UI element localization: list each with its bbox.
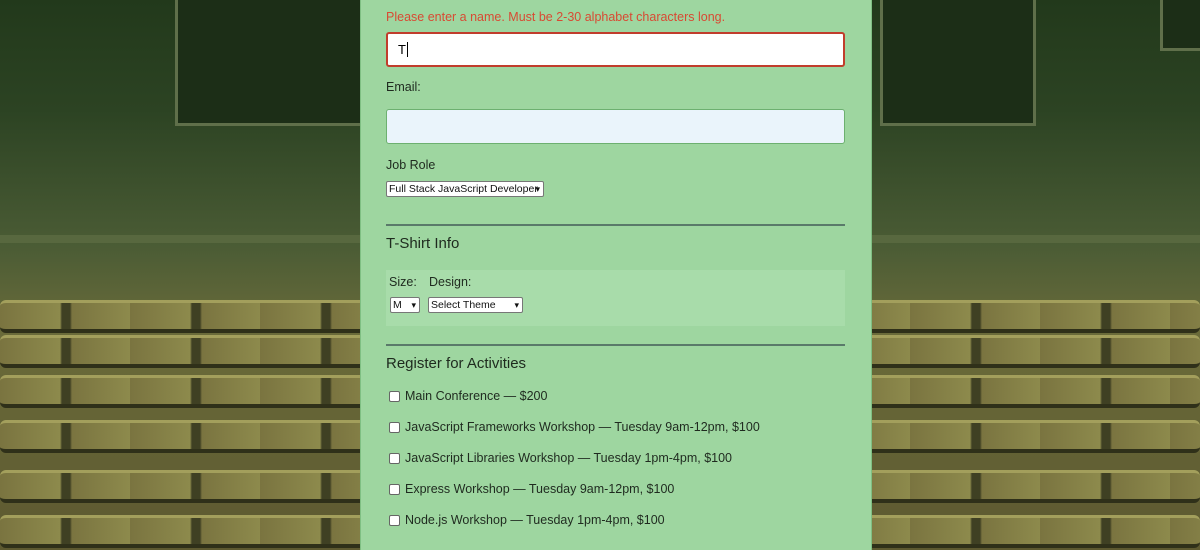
name-input-value: T: [398, 42, 406, 57]
activity-item-js-frameworks[interactable]: JavaScript Frameworks Workshop — Tuesday…: [389, 420, 760, 434]
activity-label: JavaScript Libraries Workshop — Tuesday …: [405, 451, 733, 465]
tshirt-section-title: T-Shirt Info: [386, 235, 460, 252]
activity-checkbox[interactable]: [389, 390, 400, 402]
name-input[interactable]: T: [386, 32, 845, 67]
name-error-message: Please enter a name. Must be 2-30 alphab…: [386, 10, 726, 24]
chevron-down-icon: ▾: [411, 300, 416, 310]
text-cursor: [406, 42, 408, 57]
job-role-select[interactable]: Full Stack JavaScript Developer ▾: [386, 181, 544, 197]
chevron-down-icon: ▾: [535, 184, 540, 194]
activity-label: Node.js Workshop — Tuesday 1pm-4pm, $100: [405, 513, 665, 527]
email-label: Email:: [386, 80, 421, 94]
job-role-label: Job Role: [386, 158, 436, 172]
design-selected: Select Theme: [431, 299, 496, 311]
size-label: Size:: [389, 275, 417, 289]
design-select[interactable]: Select Theme ▾: [428, 297, 523, 313]
activity-checkbox[interactable]: [389, 452, 400, 464]
activity-item-js-libraries[interactable]: JavaScript Libraries Workshop — Tuesday …: [389, 451, 732, 465]
activities-section-title: Register for Activities: [386, 355, 527, 372]
activity-item-express[interactable]: Express Workshop — Tuesday 9am-12pm, $10…: [389, 482, 674, 496]
activity-label: Express Workshop — Tuesday 9am-12pm, $10…: [405, 482, 675, 496]
email-field[interactable]: [386, 109, 845, 144]
divider: [386, 344, 845, 346]
job-role-selected: Full Stack JavaScript Developer: [389, 183, 538, 195]
activity-label: JavaScript Frameworks Workshop — Tuesday…: [405, 420, 760, 434]
chalkboard-right: [880, 0, 1036, 126]
divider: [386, 224, 845, 226]
chalkboard-far: [1160, 0, 1200, 51]
activity-checkbox[interactable]: [389, 421, 400, 433]
design-label: Design:: [429, 275, 472, 289]
activity-item-nodejs[interactable]: Node.js Workshop — Tuesday 1pm-4pm, $100: [389, 513, 665, 527]
activity-item-main-conference[interactable]: Main Conference — $200: [389, 389, 547, 403]
size-select[interactable]: M ▾: [390, 297, 420, 313]
activity-label: Main Conference — $200: [405, 389, 548, 403]
activity-checkbox[interactable]: [389, 514, 400, 526]
chevron-down-icon: ▾: [514, 300, 519, 310]
activity-checkbox[interactable]: [389, 483, 400, 495]
chalkboard-left: [175, 0, 386, 126]
size-selected: M: [393, 299, 402, 311]
